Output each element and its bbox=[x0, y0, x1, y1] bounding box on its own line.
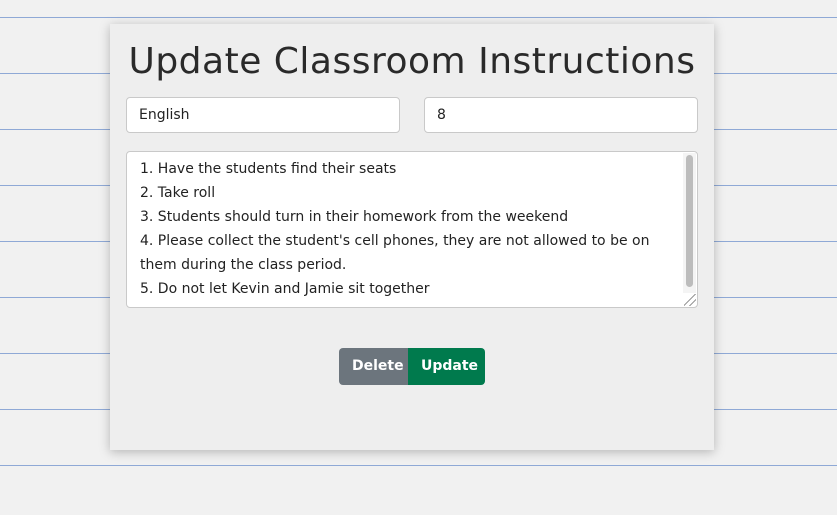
instructions-textarea[interactable]: 1. Have the students find their seats 2.… bbox=[126, 151, 698, 308]
instruction-line: 2. Take roll bbox=[140, 185, 216, 201]
instruction-line: them during the class period. bbox=[140, 257, 347, 273]
page-title: Update Classroom Instructions bbox=[128, 41, 696, 82]
subject-input[interactable]: English bbox=[126, 97, 400, 133]
scrollbar-thumb[interactable] bbox=[686, 155, 693, 287]
instructions-text: 1. Have the students find their seats 2.… bbox=[140, 157, 680, 301]
update-instructions-card: Update Classroom Instructions English 8 … bbox=[110, 24, 714, 450]
instruction-line: 1. Have the students find their seats bbox=[140, 161, 397, 177]
textarea-scrollbar[interactable] bbox=[683, 153, 696, 293]
action-button-group: Delete Update bbox=[339, 348, 485, 385]
instruction-line: 4. Please collect the student's cell pho… bbox=[140, 233, 650, 249]
grade-input[interactable]: 8 bbox=[424, 97, 698, 133]
instruction-line: 5. Do not let Kevin and Jamie sit togeth… bbox=[140, 281, 430, 297]
delete-button[interactable]: Delete bbox=[339, 348, 408, 385]
update-button[interactable]: Update bbox=[408, 348, 485, 385]
resize-handle-icon[interactable] bbox=[684, 294, 696, 306]
instruction-line: 3. Students should turn in their homewor… bbox=[140, 209, 569, 225]
